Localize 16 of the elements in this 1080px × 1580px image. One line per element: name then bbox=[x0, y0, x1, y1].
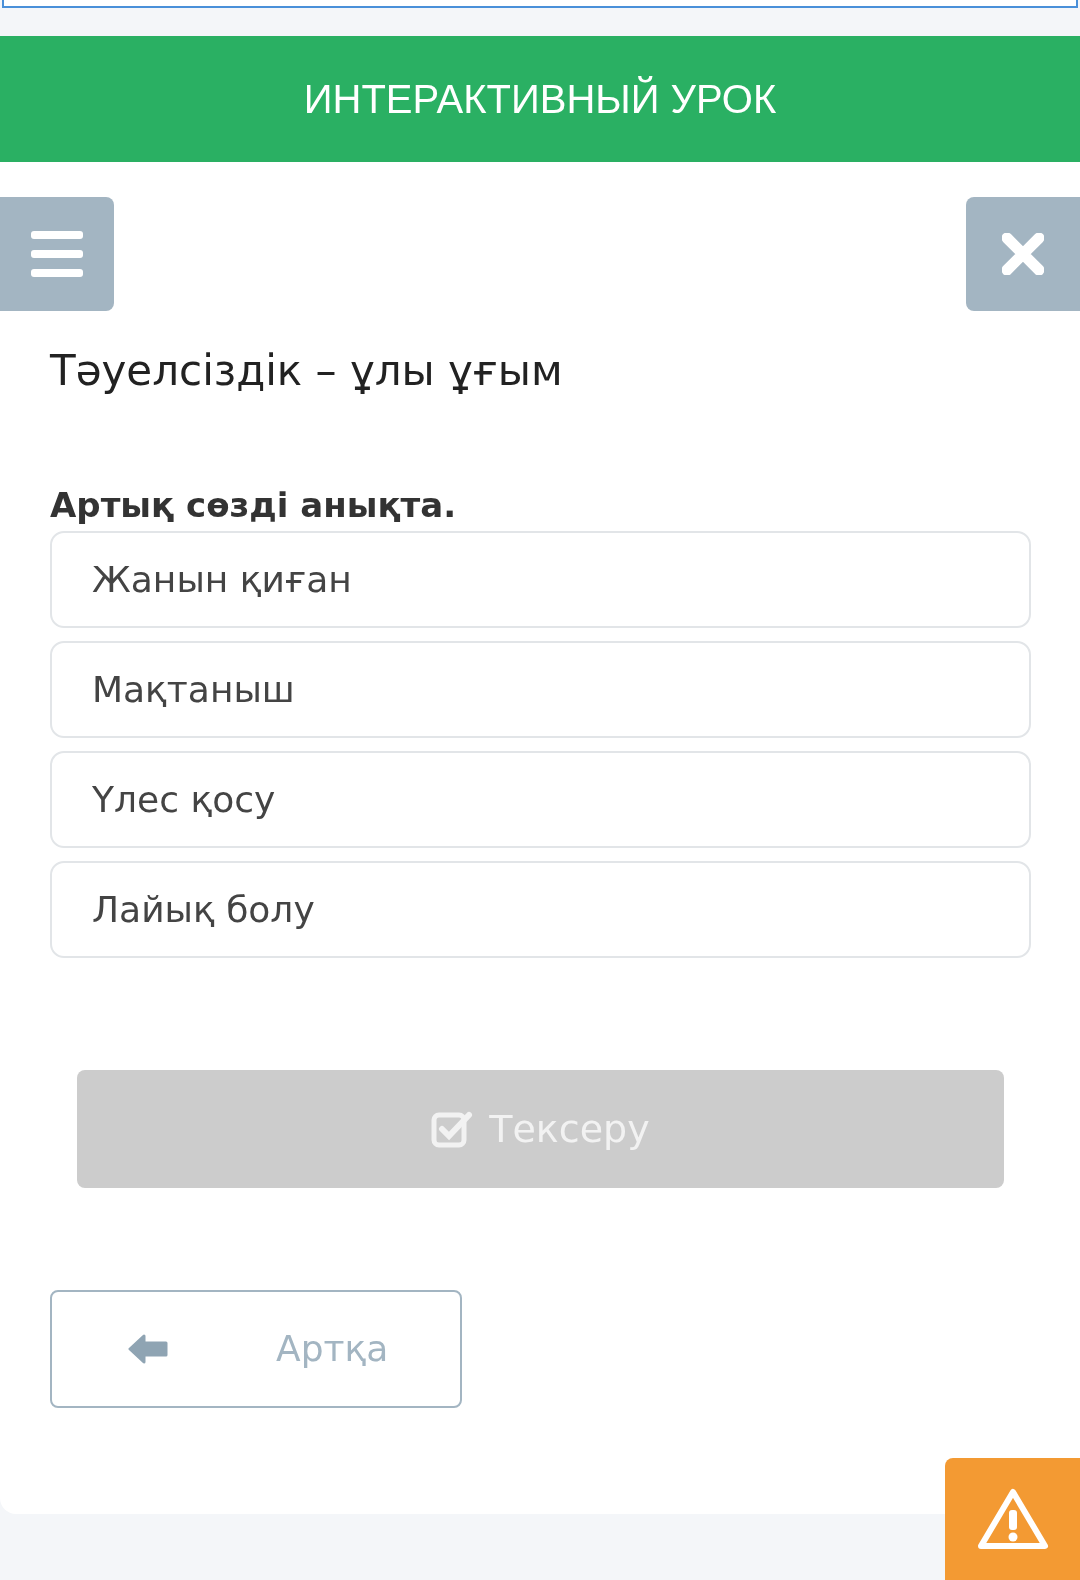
warning-button[interactable] bbox=[945, 1458, 1080, 1580]
input-field[interactable] bbox=[2, 0, 1078, 8]
answer-option[interactable]: Лайық болу bbox=[50, 861, 1031, 958]
answer-option[interactable]: Жанын қиған bbox=[50, 531, 1031, 628]
answer-option[interactable]: Мақтаныш bbox=[50, 641, 1031, 738]
close-button[interactable] bbox=[966, 197, 1080, 311]
header-title: ИНТЕРАКТИВНЫЙ УРОК bbox=[303, 75, 777, 123]
arrow-left-icon bbox=[128, 1333, 168, 1365]
answer-option[interactable]: Үлес қосу bbox=[50, 751, 1031, 848]
warning-icon bbox=[976, 1488, 1049, 1550]
close-icon bbox=[1002, 233, 1044, 275]
menu-button[interactable] bbox=[0, 197, 114, 311]
menu-icon bbox=[31, 231, 83, 277]
question-text: Артық сөзді анықта. bbox=[50, 484, 457, 527]
checkbox-icon bbox=[431, 1110, 474, 1148]
lesson-title: Тәуелсіздік – ұлы ұғым bbox=[50, 345, 563, 397]
